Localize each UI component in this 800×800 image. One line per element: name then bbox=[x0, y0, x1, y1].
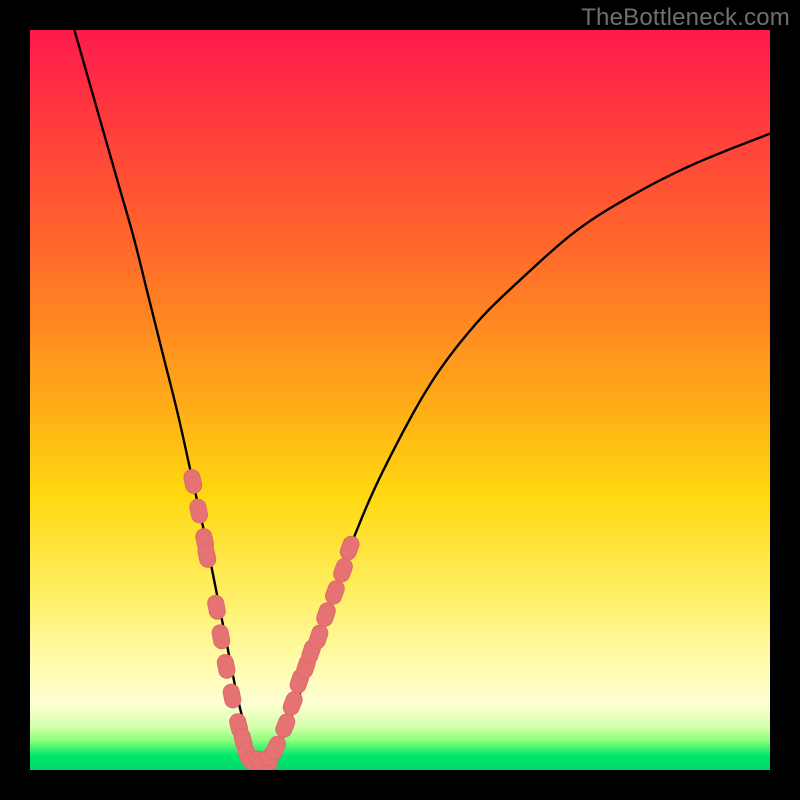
curve-layer bbox=[30, 30, 770, 770]
curve-marker bbox=[273, 711, 297, 739]
curve-marker bbox=[281, 689, 305, 717]
curve-marker bbox=[206, 594, 226, 621]
curve-marker bbox=[315, 601, 338, 629]
curve-marker bbox=[232, 727, 253, 754]
curve-marker bbox=[295, 652, 318, 680]
chart-frame: TheBottleneck.com bbox=[0, 0, 800, 800]
curve-marker bbox=[331, 556, 354, 584]
curve-marker bbox=[241, 748, 266, 770]
curve-marker bbox=[194, 527, 215, 554]
marker-cluster bbox=[182, 468, 361, 770]
curve-marker bbox=[228, 712, 249, 739]
curve-marker bbox=[196, 542, 217, 569]
bottleneck-curve-path bbox=[74, 30, 770, 764]
plot-area bbox=[30, 30, 770, 770]
bottleneck-curve bbox=[74, 30, 770, 764]
watermark-text: TheBottleneck.com bbox=[581, 4, 790, 32]
curve-marker bbox=[307, 623, 330, 651]
curve-marker bbox=[338, 534, 361, 562]
curve-marker bbox=[257, 741, 285, 769]
curve-marker bbox=[288, 667, 311, 695]
curve-marker bbox=[182, 468, 203, 495]
curve-marker bbox=[323, 578, 346, 606]
curve-marker bbox=[253, 755, 277, 770]
curve-marker bbox=[263, 733, 288, 762]
curve-marker bbox=[236, 741, 259, 769]
curve-marker bbox=[222, 683, 242, 710]
curve-marker bbox=[300, 638, 323, 666]
curve-marker bbox=[211, 623, 231, 650]
curve-marker bbox=[247, 748, 272, 770]
curve-marker bbox=[188, 498, 209, 525]
curve-marker bbox=[216, 653, 236, 680]
